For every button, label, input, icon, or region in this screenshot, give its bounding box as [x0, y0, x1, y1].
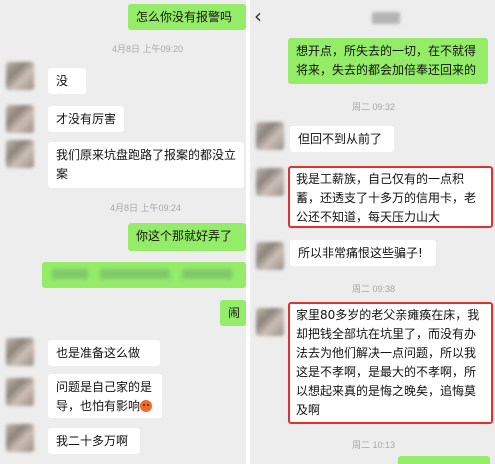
- contact-name-redacted: [372, 12, 400, 24]
- message-text: 问题是自己家的是导，也怕有影响: [56, 380, 153, 413]
- timestamp: 周二 10:13: [352, 440, 396, 450]
- contact-avatar: [256, 308, 284, 336]
- contact-avatar: [256, 122, 284, 150]
- timestamp: 4月8日 上午09:20: [112, 44, 184, 54]
- message-bubble-outgoing-redacted: [42, 262, 246, 288]
- redacted-text: [100, 269, 170, 279]
- message-bubble-incoming: 没有: [48, 68, 86, 94]
- message-bubble-incoming-highlighted: 家里80多岁的老父亲瘫痪在床，我却把钱全部坑在坑里了，而没有办法去为他们解决一点…: [288, 302, 493, 424]
- contact-avatar: [6, 62, 34, 90]
- contact-avatar: [6, 140, 34, 168]
- message-bubble-outgoing: 想开点，所失去的一切，在不就得将来，失去的都会加倍奉还回来的: [288, 38, 488, 84]
- message-bubble-incoming-highlighted: 我是工薪族，自己仅有的一点积蓄，还透支了十多万的信用卡，老公还不知道，每天压力山…: [288, 166, 493, 228]
- message-bubble-outgoing-cropped: [398, 456, 490, 464]
- message-bubble-outgoing: 怎么你没有报警吗: [128, 4, 246, 30]
- chat-screenshot-right: ‹ 想开点，所失去的一切，在不就得将来，失去的都会加倍奉还回来的 周二 09:3…: [250, 0, 495, 464]
- contact-avatar: [256, 242, 284, 270]
- contact-avatar: [6, 338, 34, 366]
- message-bubble-incoming: 我们原来坑盘跑路了报案的都没立案: [48, 142, 244, 188]
- contact-avatar: [6, 424, 34, 452]
- message-bubble-outgoing: 你这个那就好弄了: [128, 223, 246, 251]
- message-bubble-incoming: 我二十多万啊: [48, 428, 140, 454]
- contact-avatar: [256, 168, 284, 196]
- message-bubble-incoming: 问题是自己家的是导，也怕有影响: [48, 374, 162, 418]
- back-chevron-icon[interactable]: ‹: [254, 6, 262, 26]
- message-bubble-incoming: 才没有厉害: [48, 106, 124, 132]
- message-bubble-incoming: 所以非常痛恨这些骗子!: [290, 240, 436, 266]
- message-bubble-incoming: 也是准备这么做: [48, 340, 160, 366]
- message-bubble-incoming: 但回不到从前了: [290, 126, 394, 152]
- chat-header: ‹: [250, 0, 495, 36]
- timestamp: 周二 09:32: [352, 102, 396, 112]
- redacted-text: [182, 269, 232, 279]
- timestamp: 4月8日 上午09:24: [110, 203, 182, 213]
- redacted-text: [52, 269, 88, 279]
- timestamp: 周二 09:38: [352, 284, 396, 294]
- angry-face-icon: [140, 400, 153, 412]
- message-bubble-outgoing: 闹: [220, 300, 246, 326]
- chat-screenshot-left: 怎么你没有报警吗 4月8日 上午09:20 没有 才没有厉害 我们原来坑盘跑路了…: [0, 0, 246, 464]
- contact-avatar: [6, 378, 34, 406]
- contact-avatar: [6, 105, 34, 133]
